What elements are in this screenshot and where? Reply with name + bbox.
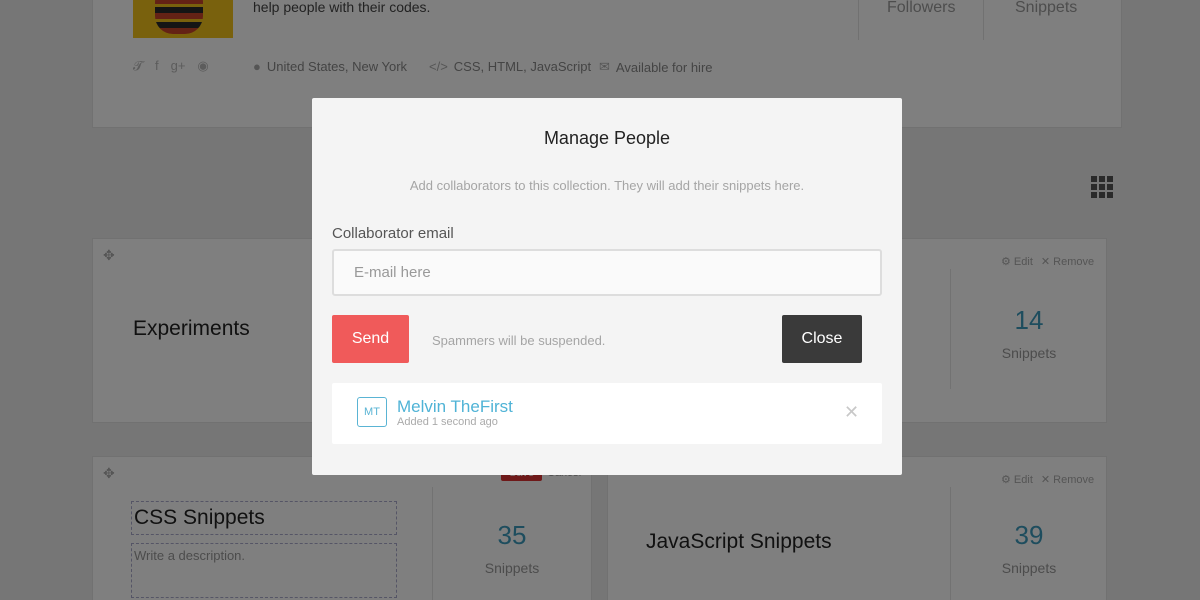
spam-warning: Spammers will be suspended. [432, 333, 606, 348]
close-button[interactable]: Close [782, 315, 862, 363]
modal-title: Manage People [543, 128, 671, 148]
email-label: Collaborator email [332, 225, 454, 242]
collaborator-avatar: MT [357, 397, 387, 427]
remove-collaborator-icon[interactable]: ✕ [844, 403, 859, 421]
collaborator-name[interactable]: Melvin TheFirst [397, 397, 513, 417]
collaborator-added-time: Added 1 second ago [397, 416, 498, 428]
manage-people-modal: Manage People Add collaborators to this … [312, 98, 902, 475]
send-button[interactable]: Send [332, 315, 409, 363]
collaborator-email-input[interactable] [332, 249, 882, 296]
modal-subtitle: Add collaborators to this collection. Th… [409, 178, 805, 193]
collaborator-item: MT Melvin TheFirst Added 1 second ago ✕ [332, 383, 882, 444]
